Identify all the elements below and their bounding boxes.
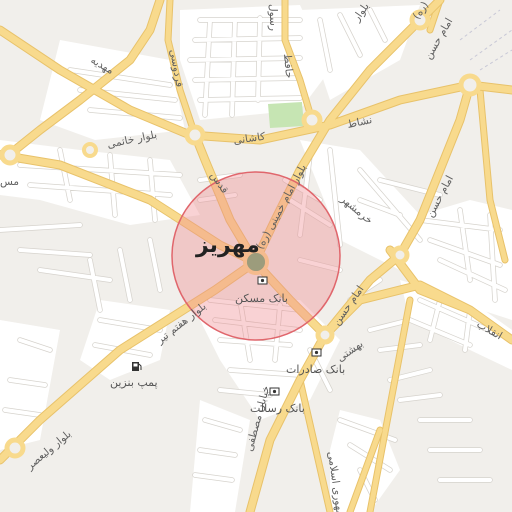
park — [268, 102, 304, 128]
bank-icon — [257, 276, 268, 285]
map-canvas[interactable]: .blk { fill: #ffffff; stroke: none; } .m… — [0, 0, 512, 512]
poi-label: پمپ بنزین — [110, 376, 158, 389]
poi-label: بانک مسکن — [235, 292, 288, 305]
road-label-left-edge: مس — [0, 176, 19, 188]
poi-label: بانک رسالت — [250, 402, 305, 415]
bank-icon — [269, 387, 280, 396]
road-label-rasool: رسول — [267, 4, 279, 31]
bank-icon — [311, 348, 322, 357]
poi-label: بانک صادرات — [286, 363, 345, 376]
road-label-hafez: حافظ — [281, 53, 295, 79]
map-view[interactable]: .blk { fill: #ffffff; stroke: none; } .m… — [0, 0, 512, 512]
city-label[interactable]: مهریز — [195, 233, 260, 258]
